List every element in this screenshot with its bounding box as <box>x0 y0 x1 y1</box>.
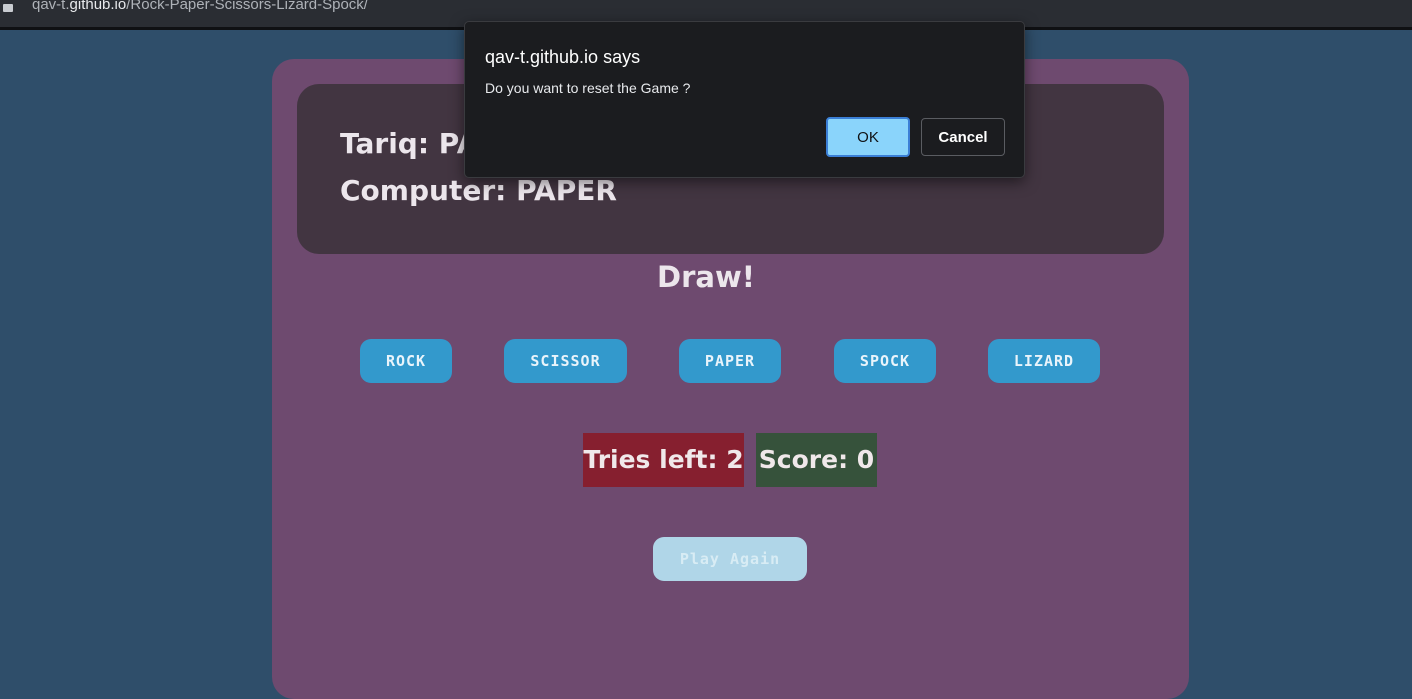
scissor-button[interactable]: SCISSOR <box>504 339 627 383</box>
player-choice: Tariq: PA <box>340 127 479 160</box>
url-prefix: qav-t. <box>32 0 70 13</box>
url-text[interactable]: qav-t.github.io/Rock-Paper-Scissors-Liza… <box>32 0 368 13</box>
rock-button[interactable]: ROCK <box>360 339 452 383</box>
url-path: /Rock-Paper-Scissors-Lizard-Spock/ <box>126 0 368 13</box>
paper-button[interactable]: PAPER <box>679 339 781 383</box>
lizard-button[interactable]: LIZARD <box>988 339 1100 383</box>
round-result: Draw! <box>657 260 755 294</box>
score-badge: Score: 0 <box>756 433 877 487</box>
computer-choice: Computer: PAPER <box>340 174 617 207</box>
play-again-button[interactable]: Play Again <box>653 537 807 581</box>
dialog-title: qav-t.github.io says <box>485 47 641 67</box>
cancel-button[interactable]: Cancel <box>921 118 1005 156</box>
ok-button[interactable]: OK <box>826 117 910 157</box>
url-host: github.io <box>69 0 127 13</box>
spock-button[interactable]: SPOCK <box>834 339 936 383</box>
tries-left-badge: Tries left: 2 <box>583 433 744 487</box>
reset-confirm-dialog: qav-t.github.io says Do you want to rese… <box>464 21 1025 178</box>
dialog-message: Do you want to reset the Game ? <box>485 80 691 96</box>
lock-icon <box>3 4 13 12</box>
